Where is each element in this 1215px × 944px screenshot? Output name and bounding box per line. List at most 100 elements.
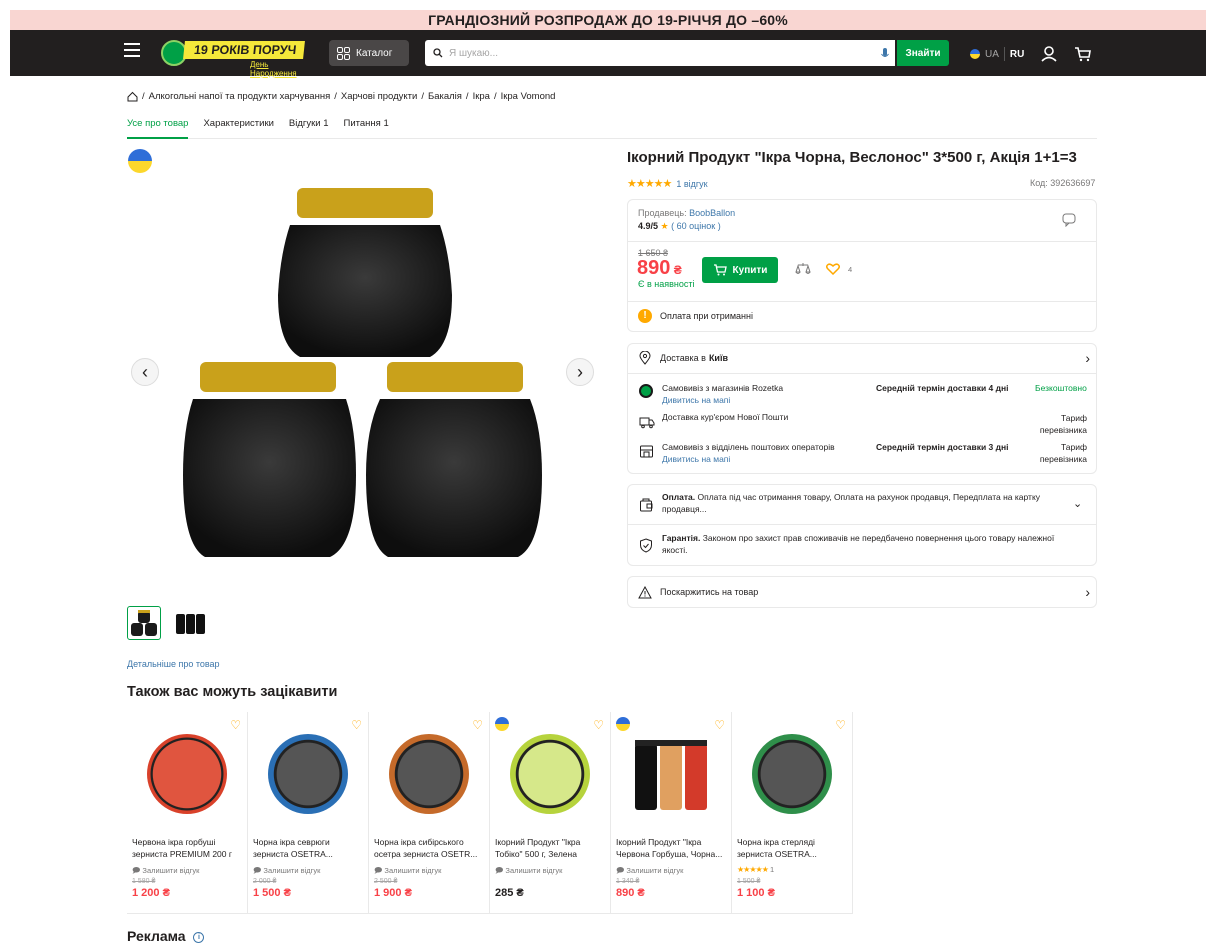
product-card-review[interactable]: 🗩 Залишити відгук <box>374 865 441 878</box>
search-placeholder: Я шукаю... <box>449 47 499 59</box>
rozetka-icon <box>639 384 653 398</box>
delivery-city[interactable]: Доставка в Київ › <box>638 350 1090 366</box>
breadcrumb-item[interactable]: Бакалія <box>428 91 462 102</box>
tab-characteristics[interactable]: Характеристики <box>203 118 273 139</box>
product-card-image[interactable] <box>631 734 711 814</box>
heart-icon[interactable]: ♡ <box>472 718 483 732</box>
microphone-icon[interactable] <box>880 47 890 61</box>
menu-icon[interactable] <box>124 43 140 57</box>
product-card-name[interactable]: Червона ікра горбуші зерниста PREMIUM 20… <box>132 836 244 860</box>
product-card-image[interactable] <box>752 734 832 814</box>
grid-icon <box>337 46 350 60</box>
product-card-name[interactable]: Чорна ікра сибірського осетра зерниста O… <box>374 836 486 860</box>
breadcrumb-item[interactable]: Харчові продукти <box>341 91 417 102</box>
flag-ua-icon <box>970 49 980 59</box>
logo[interactable]: 19 РОКІВ ПОРУЧ День Народження <box>161 38 314 78</box>
compare-icon[interactable] <box>795 262 811 276</box>
buy-button[interactable]: Купити <box>702 257 778 283</box>
tab-reviews[interactable]: Відгуки 1 <box>289 118 329 139</box>
product-card-review[interactable]: 🗩 Залишити відгук <box>616 865 683 878</box>
heart-icon[interactable]: ♡ <box>714 718 725 732</box>
product-card-name[interactable]: Ікорний Продукт "Ікра Червона Горбуша, Ч… <box>616 836 728 860</box>
comment-icon: 🗩 <box>495 866 504 875</box>
product-card-review[interactable]: 🗩 Залишити відгук <box>253 865 320 878</box>
product-card-review[interactable]: ★★★★★ 1 <box>737 865 774 874</box>
heart-icon[interactable]: ♡ <box>230 718 241 732</box>
heart-icon[interactable]: ♡ <box>351 718 362 732</box>
ad-title: Реклама i <box>127 928 205 944</box>
product-card[interactable]: ♡ Чорна ікра сибірського осетра зерниста… <box>369 712 490 914</box>
product-card-name[interactable]: Чорна ікра севрюги зерниста OSETRA... <box>253 836 365 860</box>
post-office-icon <box>640 445 653 458</box>
comment-icon: 🗩 <box>374 866 383 875</box>
language-switch[interactable]: UA RU <box>970 47 1024 61</box>
product-card-image[interactable] <box>510 734 590 814</box>
ukraine-flag-icon <box>616 717 630 731</box>
search-icon <box>433 48 443 58</box>
product-card-review[interactable]: 🗩 Залишити відгук <box>495 865 562 878</box>
product-card[interactable]: ♡ Чорна ікра севрюги зерниста OSETRA... … <box>248 712 369 914</box>
product-card-name[interactable]: Чорна ікра стерляді зерниста OSETRA... <box>737 836 849 860</box>
product-card-image[interactable] <box>268 734 348 814</box>
ukraine-flag-icon <box>495 717 509 731</box>
info-icon[interactable]: i <box>193 931 205 943</box>
product-card-price: 285 ₴ <box>495 887 524 899</box>
product-image[interactable] <box>180 185 580 565</box>
seller-label: Продавець: <box>638 208 687 218</box>
product-card-price: 1 900 ₴ <box>374 887 412 899</box>
chat-icon[interactable] <box>1062 212 1077 227</box>
star-icon: ★ <box>660 221 669 231</box>
tab-all[interactable]: Усе про товар <box>127 118 189 139</box>
lang-ru[interactable]: RU <box>1010 49 1024 60</box>
cart-icon[interactable] <box>1074 45 1092 63</box>
warning-icon <box>638 585 652 598</box>
product-card-old-price: 1 340 ₴ <box>616 878 640 885</box>
complain-row[interactable]: Поскаржитись на товар › <box>638 584 1090 600</box>
lang-ua[interactable]: UA <box>985 49 999 60</box>
breadcrumb-item[interactable]: Ікра <box>473 91 490 102</box>
product-card-old-price: 2 500 ₴ <box>374 878 398 885</box>
promo-banner[interactable]: ГРАНДІОЗНИЙ РОЗПРОДАЖ ДО 19-РІЧЧЯ ДО –60… <box>10 10 1206 30</box>
next-image-button[interactable]: › <box>566 358 594 386</box>
comment-icon: 🗩 <box>132 866 141 875</box>
product-card[interactable]: ♡ Ікорний Продукт "Ікра Тобіко" 500 г, З… <box>490 712 611 914</box>
chevron-down-icon[interactable]: ⌄ <box>1073 497 1082 510</box>
availability-status: Є в наявності <box>638 279 695 289</box>
thumbnail-1[interactable] <box>127 606 161 640</box>
product-details-link[interactable]: Детальніше про товар <box>127 659 220 669</box>
tab-questions[interactable]: Питання 1 <box>344 118 389 139</box>
product-card-image[interactable] <box>389 734 469 814</box>
prev-image-button[interactable]: ‹ <box>131 358 159 386</box>
map-link[interactable]: Дивитись на мапі <box>662 454 730 464</box>
rating-stars: ★★★★★ <box>627 178 672 190</box>
seller-name[interactable]: BoobBallon <box>689 208 735 218</box>
breadcrumb-item[interactable]: Алкогольні напої та продукти харчування <box>149 91 331 102</box>
search-button[interactable]: Знайти <box>897 40 949 66</box>
product-card-name[interactable]: Ікорний Продукт "Ікра Тобіко" 500 г, Зел… <box>495 836 607 860</box>
user-icon[interactable] <box>1040 45 1058 63</box>
product-card[interactable]: ♡ Ікорний Продукт "Ікра Червона Горбуша,… <box>611 712 732 914</box>
chevron-left-icon: ‹ <box>142 361 148 382</box>
seller-ratings-count[interactable]: ( 60 оцінок ) <box>671 221 721 231</box>
product-card-price: 1 200 ₴ <box>132 887 170 899</box>
delivery-price-2: Тариф перевізника <box>1039 413 1087 435</box>
logo-subtitle[interactable]: День Народження <box>250 60 314 78</box>
chevron-right-icon: › <box>1085 350 1090 366</box>
home-icon[interactable] <box>127 91 138 102</box>
product-card[interactable]: ♡ Чорна ікра стерляді зерниста OSETRA...… <box>732 712 853 914</box>
heart-icon[interactable] <box>826 263 840 275</box>
recommend-title: Також вас можуть зацікавити <box>127 684 338 700</box>
heart-icon[interactable]: ♡ <box>593 718 604 732</box>
breadcrumb-item[interactable]: Ікра Vomond <box>501 91 556 102</box>
comment-icon: 🗩 <box>253 866 262 875</box>
product-card[interactable]: ♡ Червона ікра горбуші зерниста PREMIUM … <box>127 712 248 914</box>
heart-icon[interactable]: ♡ <box>835 718 846 732</box>
search-input[interactable]: Я шукаю... <box>425 40 895 66</box>
product-card-review[interactable]: 🗩 Залишити відгук <box>132 865 199 878</box>
map-link[interactable]: Дивитись на мапі <box>662 395 730 405</box>
jar-top <box>278 188 452 357</box>
thumbnail-2[interactable] <box>173 606 207 640</box>
reviews-link[interactable]: 1 відгук <box>676 179 707 189</box>
catalog-button[interactable]: Каталог <box>329 40 409 66</box>
product-card-image[interactable] <box>147 734 227 814</box>
